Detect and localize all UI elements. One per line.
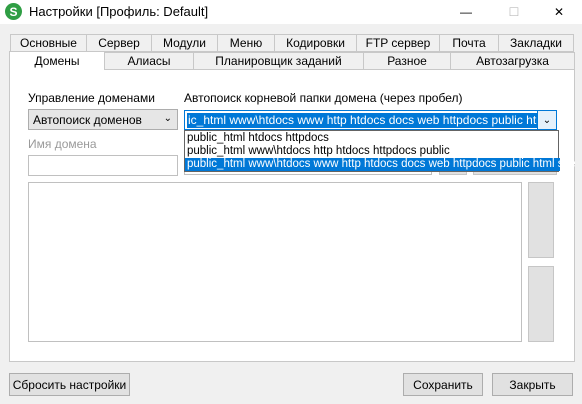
tab-ftp-server[interactable]: FTP сервер: [356, 34, 440, 52]
tab-main[interactable]: Основные: [10, 34, 87, 52]
move-down-button[interactable]: [528, 266, 554, 342]
autosearch-input-value[interactable]: ic_html www\htdocs www http htdocs docs …: [187, 113, 556, 128]
app-logo-icon: S: [5, 3, 22, 20]
move-up-button[interactable]: [528, 182, 554, 258]
reset-settings-button[interactable]: Сбросить настройки: [9, 373, 130, 396]
close-window-button[interactable]: ✕: [536, 0, 582, 24]
title-bar: S Настройки [Профиль: Default] — ☐ ✕: [0, 0, 582, 24]
domain-management-value: Автопоиск доменов: [33, 112, 142, 127]
close-icon: ✕: [553, 5, 565, 19]
tab-modules[interactable]: Модули: [151, 34, 218, 52]
domain-management-select[interactable]: Автопоиск доменов ⌄: [28, 109, 178, 130]
tab-autostart[interactable]: Автозагрузка: [450, 52, 575, 70]
dropdown-option[interactable]: public_html htdocs httpdocs: [185, 132, 560, 145]
maximize-icon: ☐: [508, 5, 520, 19]
chevron-down-icon: ⌄: [163, 113, 172, 124]
tab-misc[interactable]: Разное: [363, 52, 451, 70]
save-button[interactable]: Сохранить: [403, 373, 483, 396]
tab-menu[interactable]: Меню: [217, 34, 275, 52]
autosearch-dropdown-list: public_html htdocs httpdocs public_html …: [184, 130, 576, 172]
domain-name-input[interactable]: [28, 155, 178, 176]
autosearch-combobox[interactable]: ic_html www\htdocs www http htdocs docs …: [184, 110, 557, 130]
dropdown-toggle-button[interactable]: ⌄: [537, 111, 556, 129]
minimize-button[interactable]: —: [443, 0, 489, 24]
tab-server[interactable]: Сервер: [86, 34, 152, 52]
domain-management-label: Управление доменами: [28, 91, 155, 105]
minimize-icon: —: [460, 5, 472, 19]
domains-list[interactable]: [28, 182, 522, 342]
dropdown-option[interactable]: public_html www\htdocs http htdocs httpd…: [185, 145, 560, 158]
tab-aliases[interactable]: Алиасы: [104, 52, 194, 70]
close-button[interactable]: Закрыть: [492, 373, 573, 396]
window-title: Настройки [Профиль: Default]: [29, 4, 209, 19]
maximize-button: ☐: [491, 0, 537, 24]
tab-bookmarks[interactable]: Закладки: [498, 34, 574, 52]
tab-domains[interactable]: Домены: [9, 51, 105, 70]
tab-mail[interactable]: Почта: [439, 34, 499, 52]
autosearch-label: Автопоиск корневой папки домена (через п…: [184, 91, 463, 105]
dropdown-option-selected[interactable]: public_html www\htdocs www http htdocs d…: [185, 158, 576, 171]
chevron-down-icon: ⌄: [542, 114, 552, 126]
tab-encodings[interactable]: Кодировки: [274, 34, 357, 52]
domain-name-label: Имя домена: [28, 137, 97, 151]
tab-scheduler[interactable]: Планировщик заданий: [193, 52, 364, 70]
